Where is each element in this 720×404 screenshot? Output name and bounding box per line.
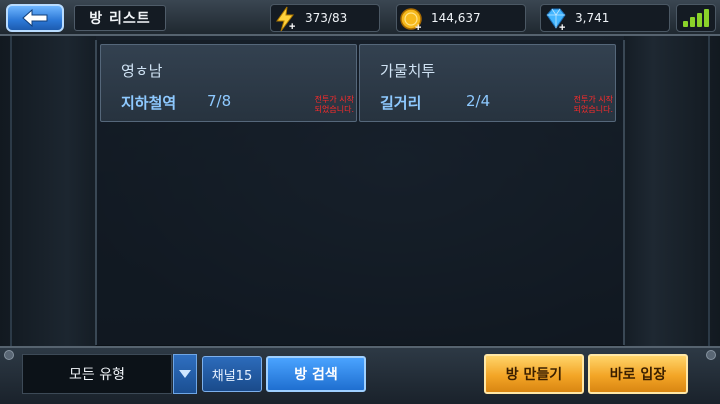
svg-text:+: + <box>289 21 295 32</box>
signal-icon <box>676 4 716 32</box>
dropdown-arrow-icon <box>179 370 191 378</box>
room-card[interactable]: 가물치투 길거리 2/4 전투가 시작 되었습니다. <box>359 44 616 122</box>
room-search-button[interactable]: 방 검색 <box>266 356 366 392</box>
room-status: 전투가 시작 되었습니다. <box>314 95 354 114</box>
gem-icon: + <box>546 8 566 32</box>
gold-coin-icon: + <box>400 8 422 32</box>
room-map: 지하철역 <box>121 94 177 112</box>
background-wall-left <box>0 36 96 346</box>
gem-value: 3,741 <box>575 11 610 25</box>
room-name: 가물치투 <box>380 62 436 80</box>
page-title: 방 리스트 <box>74 5 166 31</box>
room-type-filter[interactable]: 모든 유형 <box>22 354 172 394</box>
filter-dropdown-button[interactable] <box>173 354 197 394</box>
room-name: 영ㅎ남 <box>121 62 163 80</box>
channel-button[interactable]: 채널15 <box>202 356 262 392</box>
energy-counter[interactable]: + 373/83 <box>270 4 380 32</box>
energy-value: 373/83 <box>305 11 348 25</box>
room-player-count: 7/8 <box>207 92 232 110</box>
room-card[interactable]: 영ㅎ남 지하철역 7/8 전투가 시작 되었습니다. <box>100 44 357 122</box>
quick-join-button[interactable]: 바로 입장 <box>588 354 688 394</box>
background-pillar <box>10 36 12 346</box>
back-button[interactable] <box>6 4 64 32</box>
gem-counter[interactable]: + 3,741 <box>540 4 670 32</box>
energy-icon: + <box>276 6 295 32</box>
decorative-bolt <box>706 350 716 360</box>
create-room-button[interactable]: 방 만들기 <box>484 354 584 394</box>
top-bar: 방 리스트 + 373/83 + 144,637 + 3,741 <box>0 0 720 36</box>
background-wall-right <box>624 36 720 346</box>
background-pillar <box>708 36 710 346</box>
room-map: 길거리 <box>380 94 422 112</box>
room-player-count: 2/4 <box>466 92 491 110</box>
back-arrow-icon <box>22 9 48 27</box>
gold-counter[interactable]: + 144,637 <box>396 4 526 32</box>
svg-text:+: + <box>559 22 565 32</box>
gold-value: 144,637 <box>431 11 481 25</box>
decorative-bolt <box>4 350 14 360</box>
room-status: 전투가 시작 되었습니다. <box>573 95 613 114</box>
svg-text:+: + <box>415 22 421 32</box>
